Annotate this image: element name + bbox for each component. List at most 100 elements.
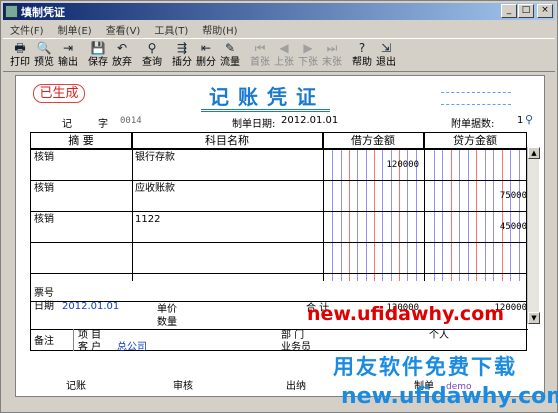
bill-date-value[interactable]: 2012.01.01 (62, 301, 119, 313)
preview-icon: 🔍 (36, 41, 52, 55)
scroll-up-icon[interactable]: ▲ (528, 147, 540, 159)
voucher-type[interactable]: 记 (62, 115, 72, 130)
voucher-title: 记账凭证 (201, 85, 330, 112)
voucher-type-suffix: 字 (98, 119, 108, 130)
toolbar-button-label: 删分 (196, 57, 216, 68)
menu-file[interactable]: 文件(F) (3, 22, 51, 37)
toolbar-button-first[interactable]: ⏮ 首张 (248, 39, 272, 72)
toolbar-button-label: 预览 (34, 57, 54, 68)
toolbar-button-label: 首张 (250, 57, 270, 68)
first-icon: ⏮ (254, 41, 266, 55)
digit-column-line (476, 150, 477, 281)
toolbar-button-printer[interactable]: 🖶 打印 (8, 39, 32, 72)
toolbar-button-label: 放弃 (112, 57, 132, 68)
toolbar-button-insert-row[interactable]: ⇶ 插分 (170, 39, 194, 72)
toolbar-button-help[interactable]: ? 帮助 (350, 39, 374, 72)
project-label: 项 目 (78, 330, 102, 341)
toolbar-button-label: 保存 (88, 57, 108, 68)
app-icon (5, 5, 18, 18)
watermark-url-top: new.ufidawhy.com (307, 303, 505, 325)
table-row-summary[interactable]: 核销 (34, 183, 54, 195)
toolbar-button-binoculars[interactable]: ⚲ 查询 (140, 39, 164, 72)
col-credit: 贷方金额 (424, 133, 526, 149)
digit-column-line (451, 150, 452, 281)
grid-line (323, 133, 324, 281)
toolbar-button-label: 打印 (10, 57, 30, 68)
menu-view[interactable]: 查看(V) (99, 22, 148, 37)
grid-line (31, 242, 528, 243)
quantity-label: 数量 (157, 317, 177, 328)
table-row-account[interactable]: 1122 (135, 214, 160, 226)
menu-help[interactable]: 帮助(H) (195, 22, 244, 37)
voucher-window: 填制凭证 _ □ × 文件(F) 制单(E) 查看(V) 工具(T) 帮助(H)… (0, 0, 558, 413)
maximize-button[interactable]: □ (518, 4, 534, 18)
customer-value[interactable]: 总公司 (117, 342, 147, 354)
toolbar-button-exit[interactable]: ⇲ 退出 (374, 39, 398, 72)
menu-bar: 文件(F) 制单(E) 查看(V) 工具(T) 帮助(H) (3, 21, 555, 38)
table-row-summary[interactable]: 核销 (34, 214, 54, 226)
grid-line (31, 211, 528, 212)
toolbar-button-label: 下张 (298, 57, 318, 68)
department-label: 部 门 (281, 330, 305, 341)
scroll-down-icon[interactable]: ▼ (528, 312, 540, 324)
date-label: 制单日期: (232, 119, 276, 130)
title-bar: 填制凭证 _ □ × (3, 3, 555, 20)
window-title: 填制凭证 (21, 5, 65, 19)
table-row-credit[interactable]: 45000 (431, 222, 527, 232)
table-row-credit[interactable]: 75000 (431, 191, 527, 201)
next-icon: ▶ (303, 41, 313, 55)
toolbar-button-delete-row[interactable]: ⇤ 删分 (194, 39, 218, 72)
table-row-summary[interactable]: 核销 (34, 152, 54, 164)
remark-label: 备注 (34, 336, 54, 347)
toolbar-button-preview[interactable]: 🔍 预览 (32, 39, 56, 72)
minimize-button[interactable]: _ (501, 4, 517, 18)
toolbar-button-next[interactable]: ▶ 下张 (296, 39, 320, 72)
menu-tools[interactable]: 工具(T) (147, 22, 195, 37)
digit-column-line (502, 150, 503, 281)
grid-line (132, 133, 133, 281)
toolbar-button-label: 输出 (58, 57, 78, 68)
table-row-debit[interactable]: 120000 (331, 160, 419, 170)
save-icon: 💾 (90, 41, 106, 55)
voucher-date[interactable]: 2012.01.01 (281, 115, 338, 126)
customer-label: 客 户 (78, 342, 102, 353)
menu-voucher[interactable]: 制单(E) (51, 22, 99, 37)
grid-scrollbar[interactable]: ▲ ▼ (527, 147, 540, 324)
signature-dash-line (441, 92, 511, 93)
table-row-account[interactable]: 银行存款 (135, 152, 175, 164)
digit-column-line (468, 150, 469, 281)
toolbar-button-last[interactable]: ⏭ 末张 (320, 39, 344, 72)
toolbar-button-undo[interactable]: ↶ 放弃 (110, 39, 134, 72)
voucher-number[interactable]: 0014 (120, 116, 142, 126)
binoculars-icon: ⚲ (147, 41, 157, 55)
toolbar-button-flow[interactable]: ✎ 流量 (218, 39, 242, 72)
toolbar-button-export[interactable]: ⇥ 输出 (56, 39, 80, 72)
bill-date-label: 日期 (34, 301, 54, 312)
attachments-count[interactable]: 1 (517, 115, 523, 126)
digit-column-line (493, 150, 494, 281)
search-icon[interactable]: ⚲ (525, 113, 533, 126)
voucher-document: 已生成 记账凭证 记 字 0014 制单日期: 2012.01.01 附单据数:… (15, 75, 545, 397)
bookkeeping-label: 记账 (66, 381, 86, 392)
grid-line (31, 180, 528, 181)
undo-icon: ↶ (116, 41, 128, 55)
attachments-label: 附单据数: (451, 119, 495, 130)
export-icon: ⇥ (62, 41, 74, 55)
toolbar-button-save[interactable]: 💾 保存 (86, 39, 110, 72)
toolbar-button-prev[interactable]: ◀ 上张 (272, 39, 296, 72)
toolbar-button-label: 插分 (172, 57, 192, 68)
table-row-account[interactable]: 应收账款 (135, 183, 175, 195)
toolbar-button-label: 帮助 (352, 57, 372, 68)
close-button[interactable]: × (537, 4, 553, 18)
toolbar: 🖶 打印 🔍 预览 ⇥ 输出 💾 保存 ↶ 放弃 ⚲ 查询 ⇶ 插分 ⇤ 删分 ✎ 流量 ⏮ 首张 ◀ 上张 ▶ 下张 ⏭ 末张?… (3, 38, 555, 72)
col-summary: 摘 要 (31, 133, 132, 149)
digit-column-line (459, 150, 460, 281)
digit-column-line (519, 150, 520, 281)
signature-dash-line (441, 104, 511, 105)
grid-line (31, 329, 528, 330)
digit-column-line (485, 150, 486, 281)
digit-column-line (442, 150, 443, 281)
toolbar-button-label: 退出 (376, 57, 396, 68)
help-icon: ? (358, 41, 366, 55)
digit-column-line (510, 150, 511, 281)
